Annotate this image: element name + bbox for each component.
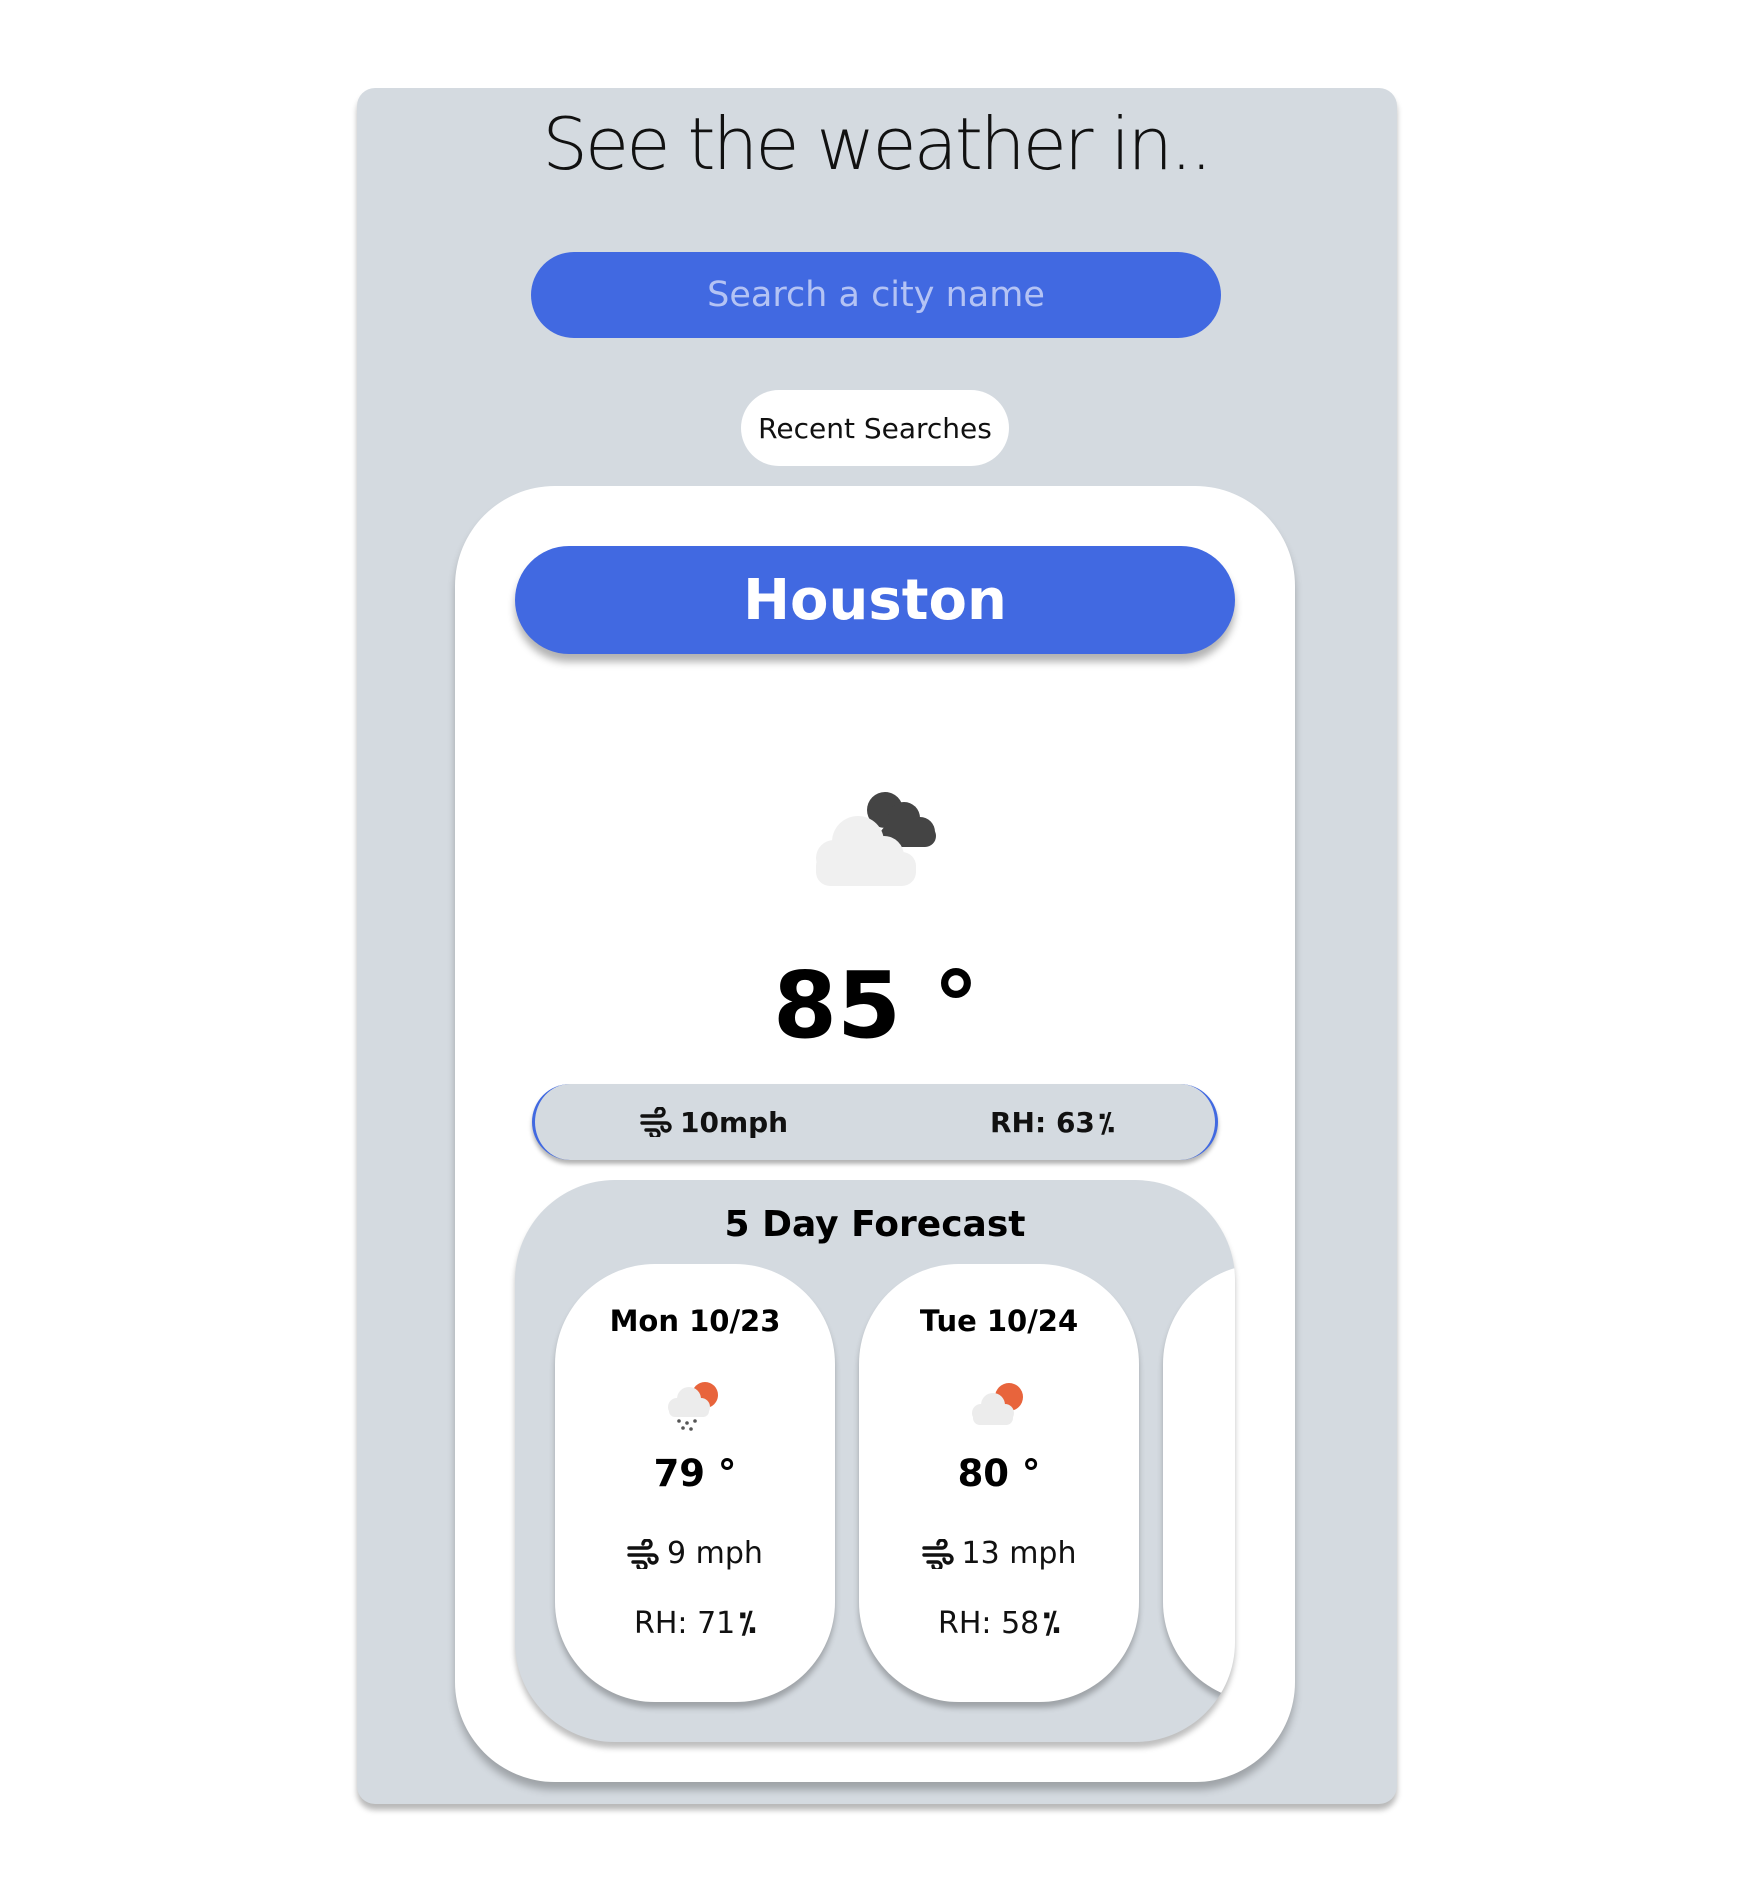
- forecast-temp: 80 °: [957, 1452, 1041, 1495]
- forecast-day-card: Mon 10/23 79 ° 9 mph RH: 71 ⁒: [555, 1264, 835, 1702]
- forecast-date: Tue 10/24: [919, 1304, 1079, 1338]
- page-title: See the weather in..: [542, 102, 1213, 186]
- percent-icon: ⁒: [739, 1606, 756, 1641]
- current-temperature: 85 °: [772, 952, 980, 1059]
- forecast-wind: 9 mph: [555, 1536, 835, 1571]
- rain-sun-icon: [668, 1382, 718, 1431]
- forecast-humidity-value: RH: 71: [634, 1606, 736, 1641]
- forecast-wind: 13 mph: [859, 1536, 1139, 1571]
- forecast-day-card-partial[interactable]: [1163, 1264, 1235, 1702]
- forecast-panel: 5 Day Forecast Mon 10/23 79 ° 9 mph RH: …: [515, 1180, 1235, 1742]
- current-wind: 10mph: [640, 1084, 788, 1160]
- recent-searches-button[interactable]: Recent Searches: [741, 390, 1009, 466]
- forecast-wind-value: 9 mph: [667, 1536, 763, 1571]
- current-humidity-value: RH: 63: [990, 1105, 1095, 1139]
- wind-icon: [627, 1538, 659, 1569]
- forecast-humidity-value: RH: 58: [938, 1606, 1040, 1641]
- wind-icon: [640, 1107, 672, 1137]
- current-wind-value: 10mph: [680, 1105, 789, 1139]
- forecast-temp: 79 °: [653, 1452, 737, 1495]
- forecast-day-card: Tue 10/24 80 ° 13 mph RH: 58 ⁒: [859, 1264, 1139, 1702]
- cloudy-icon: [816, 792, 936, 886]
- current-stats-bar: 10mph RH: 63 ⁒: [532, 1084, 1218, 1160]
- search-input[interactable]: [531, 252, 1221, 338]
- forecast-humidity: RH: 71 ⁒: [555, 1606, 835, 1641]
- percent-icon: ⁒: [1043, 1606, 1060, 1641]
- forecast-humidity: RH: 58 ⁒: [859, 1606, 1139, 1641]
- current-humidity: RH: 63 ⁒: [990, 1084, 1114, 1160]
- forecast-date: Mon 10/23: [609, 1304, 781, 1338]
- forecast-wind-value: 13 mph: [961, 1536, 1077, 1571]
- wind-icon: [921, 1538, 954, 1569]
- partly-cloudy-icon: [972, 1383, 1023, 1425]
- city-name: Houston: [515, 546, 1235, 654]
- forecast-title: 5 Day Forecast: [724, 1204, 1026, 1245]
- percent-icon: ⁒: [1098, 1105, 1115, 1139]
